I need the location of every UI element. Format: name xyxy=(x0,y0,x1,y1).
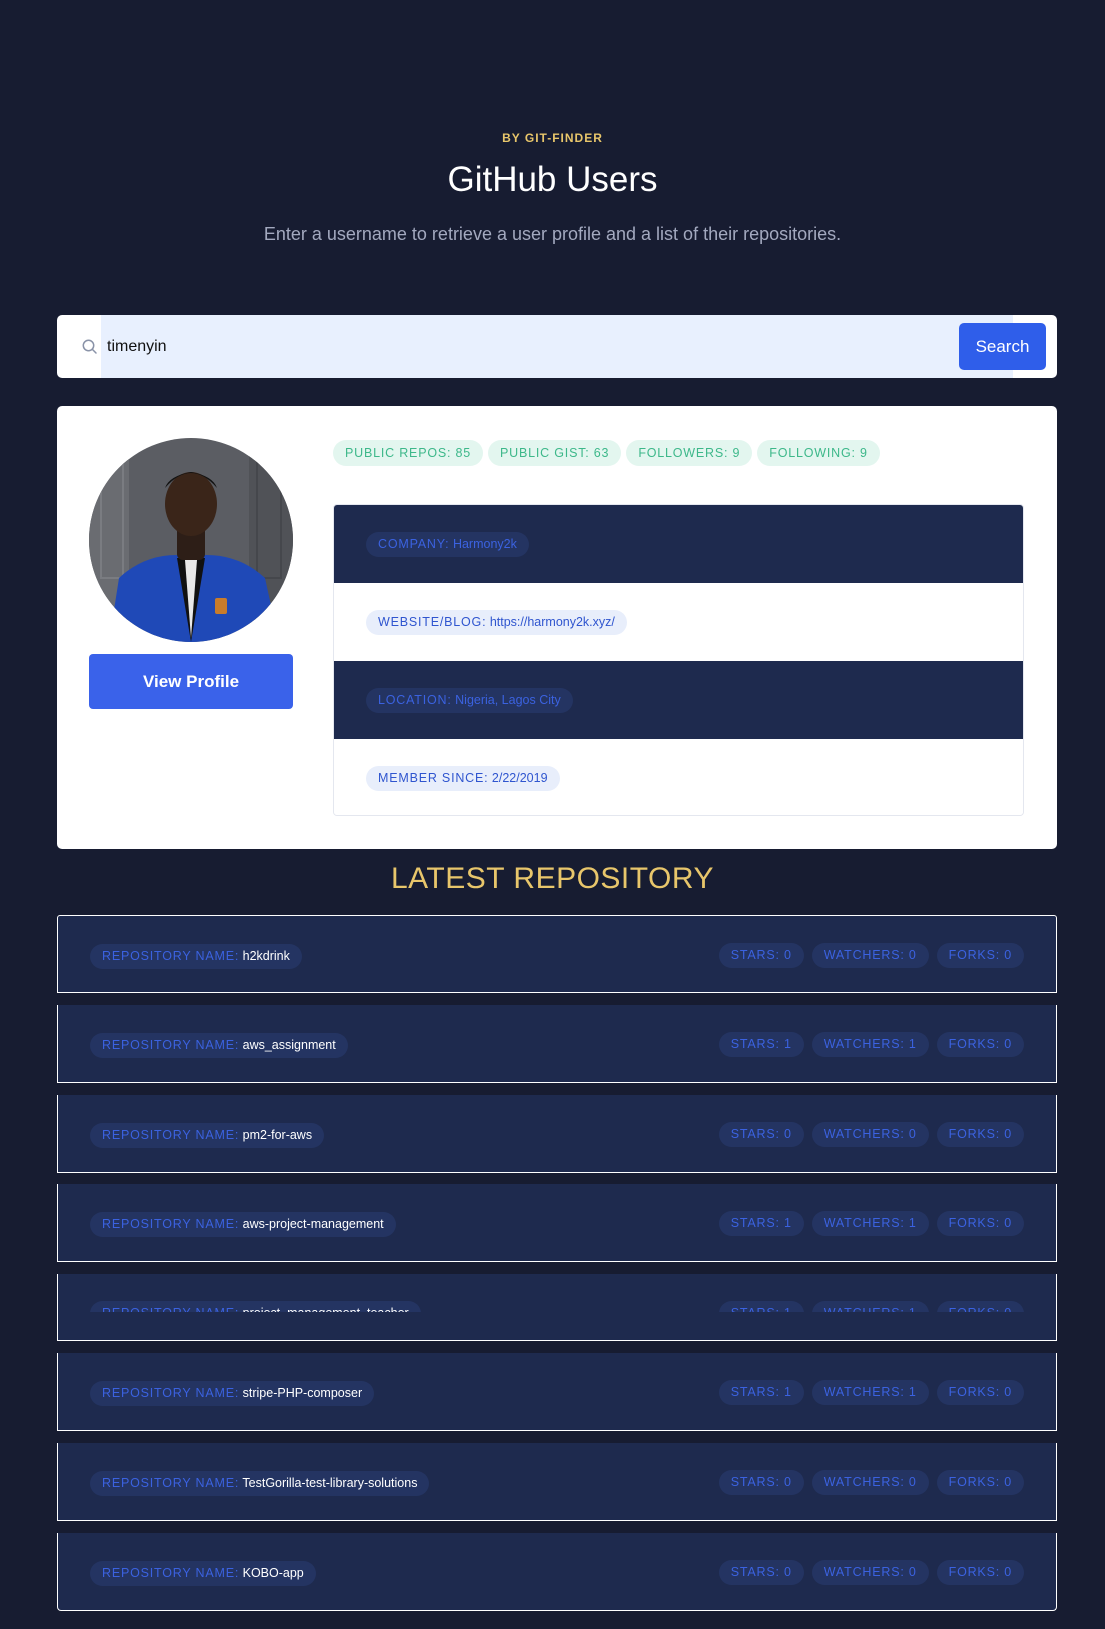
repo-stars-badge: STARS: 1 xyxy=(718,1380,804,1405)
repo-name-label: REPOSITORY NAME: xyxy=(102,1566,240,1580)
repo-row[interactable]: REPOSITORY NAME: aws-project-management … xyxy=(57,1184,1057,1262)
repo-name: project_management_teacher xyxy=(243,1306,409,1312)
repo-name-badge: REPOSITORY NAME: stripe-PHP-composer xyxy=(90,1381,375,1406)
repo-name: h2kdrink xyxy=(242,949,290,963)
followers-badge: FOLLOWERS: 9 xyxy=(626,440,753,466)
repo-name-label: REPOSITORY NAME: xyxy=(102,1217,240,1231)
repo-name-badge: REPOSITORY NAME: aws_assignment xyxy=(90,1033,348,1058)
header-eyebrow: BY GIT-FINDER xyxy=(502,131,603,145)
view-profile-button[interactable]: View Profile xyxy=(89,654,293,709)
repo-name-badge: REPOSITORY NAME: TestGorilla-test-librar… xyxy=(90,1471,430,1496)
repo-stars-badge: STARS: 0 xyxy=(718,1560,804,1585)
info-row-company: COMPANY: Harmony2k xyxy=(334,505,1023,583)
location-value: Nigeria, Lagos City xyxy=(455,693,561,707)
repo-name-label: REPOSITORY NAME: xyxy=(102,949,240,963)
repo-name: stripe-PHP-composer xyxy=(242,1386,363,1400)
repo-forks-badge: FORKS: 0 xyxy=(936,943,1024,968)
repo-forks-badge: FORKS: 0 xyxy=(936,1470,1024,1495)
repo-stats: STARS: 0 WATCHERS: 0 FORKS: 0 xyxy=(718,1122,1024,1147)
repo-row[interactable]: REPOSITORY NAME: TestGorilla-test-librar… xyxy=(57,1443,1057,1521)
repo-name-badge: REPOSITORY NAME: pm2-for-aws xyxy=(90,1123,325,1148)
repo-stars-badge: STARS: 1 xyxy=(718,1301,804,1312)
repositories-section-title: LATEST REPOSITORY xyxy=(390,862,715,895)
public-gist-badge: PUBLIC GIST: 63 xyxy=(488,440,622,466)
info-row-website: WEBSITE/BLOG: https://harmony2k.xyz/ xyxy=(334,583,1023,661)
company-badge: COMPANY: Harmony2k xyxy=(366,532,529,557)
repo-forks-badge: FORKS: 0 xyxy=(936,1122,1024,1147)
repo-name-badge: REPOSITORY NAME: KOBO-app xyxy=(90,1561,316,1586)
repo-stats: STARS: 0 WATCHERS: 0 FORKS: 0 xyxy=(718,1470,1024,1495)
profile-info-list: COMPANY: Harmony2k WEBSITE/BLOG: https:/… xyxy=(333,504,1024,816)
search-bar: Search xyxy=(57,315,1057,378)
profile-card: View Profile PUBLIC REPOS: 85 PUBLIC GIS… xyxy=(57,406,1057,849)
repo-stats: STARS: 0 WATCHERS: 0 FORKS: 0 xyxy=(718,943,1024,968)
repo-forks-badge: FORKS: 0 xyxy=(936,1560,1024,1585)
company-label: COMPANY: xyxy=(378,537,450,551)
repo-stars-badge: STARS: 1 xyxy=(718,1032,804,1057)
repo-name: KOBO-app xyxy=(242,1566,304,1580)
repo-forks-badge: FORKS: 0 xyxy=(936,1380,1024,1405)
profile-stats: PUBLIC REPOS: 85 PUBLIC GIST: 63 FOLLOWE… xyxy=(333,440,880,466)
public-repos-badge: PUBLIC REPOS: 85 xyxy=(333,440,484,466)
repo-stats: STARS: 1 WATCHERS: 1 FORKS: 0 xyxy=(718,1211,1024,1236)
search-button[interactable]: Search xyxy=(959,323,1046,370)
following-badge: FOLLOWING: 9 xyxy=(757,440,880,466)
member-since-label: MEMBER SINCE: xyxy=(378,771,489,785)
location-label: LOCATION: xyxy=(378,693,452,707)
repo-stats: STARS: 1 WATCHERS: 1 FORKS: 0 xyxy=(718,1301,1024,1312)
avatar xyxy=(89,438,293,642)
repo-stars-badge: STARS: 0 xyxy=(718,1470,804,1495)
repo-forks-badge: FORKS: 0 xyxy=(936,1211,1024,1236)
member-since-value: 2/22/2019 xyxy=(491,771,548,785)
repo-row[interactable]: REPOSITORY NAME: pm2-for-aws STARS: 0 WA… xyxy=(57,1095,1057,1173)
repo-name-label: REPOSITORY NAME: xyxy=(102,1038,240,1052)
repo-name-badge: REPOSITORY NAME: project_management_teac… xyxy=(90,1301,421,1312)
repo-stars-badge: STARS: 0 xyxy=(718,1122,804,1147)
repo-watchers-badge: WATCHERS: 0 xyxy=(811,1470,929,1495)
repo-name: aws-project-management xyxy=(242,1217,384,1231)
repo-name-label: REPOSITORY NAME: xyxy=(102,1306,239,1312)
repo-name-badge: REPOSITORY NAME: h2kdrink xyxy=(90,944,302,969)
repo-forks-badge: FORKS: 0 xyxy=(936,1301,1024,1312)
website-label: WEBSITE/BLOG: xyxy=(378,615,487,629)
search-input[interactable] xyxy=(101,315,1013,378)
repo-watchers-badge: WATCHERS: 0 xyxy=(811,1122,929,1147)
repo-row[interactable]: REPOSITORY NAME: h2kdrink STARS: 0 WATCH… xyxy=(57,915,1057,993)
website-link[interactable]: https://harmony2k.xyz/ xyxy=(490,615,615,629)
repo-stars-badge: STARS: 0 xyxy=(718,943,804,968)
repo-name-label: REPOSITORY NAME: xyxy=(102,1386,240,1400)
location-badge: LOCATION: Nigeria, Lagos City xyxy=(366,688,573,713)
repo-forks-badge: FORKS: 0 xyxy=(936,1032,1024,1057)
repo-stats: STARS: 1 WATCHERS: 1 FORKS: 0 xyxy=(718,1032,1024,1057)
member-since-badge: MEMBER SINCE: 2/22/2019 xyxy=(366,766,560,791)
repo-watchers-badge: WATCHERS: 1 xyxy=(811,1301,929,1312)
repo-watchers-badge: WATCHERS: 0 xyxy=(811,943,929,968)
repo-name: TestGorilla-test-library-solutions xyxy=(242,1476,418,1490)
search-icon xyxy=(81,338,99,356)
repo-watchers-badge: WATCHERS: 1 xyxy=(811,1032,929,1057)
repo-row-clip: REPOSITORY NAME: project_management_teac… xyxy=(58,1274,1056,1312)
repo-stats: STARS: 0 WATCHERS: 0 FORKS: 0 xyxy=(718,1560,1024,1585)
repo-stars-badge: STARS: 1 xyxy=(718,1211,804,1236)
repo-row[interactable]: REPOSITORY NAME: project_management_teac… xyxy=(57,1274,1057,1341)
page-title: GitHub Users xyxy=(447,160,658,199)
page-subtitle: Enter a username to retrieve a user prof… xyxy=(263,224,842,244)
repo-watchers-badge: WATCHERS: 0 xyxy=(811,1560,929,1585)
repo-watchers-badge: WATCHERS: 1 xyxy=(811,1211,929,1236)
company-value: Harmony2k xyxy=(452,537,517,551)
repo-watchers-badge: WATCHERS: 1 xyxy=(811,1380,929,1405)
repo-row[interactable]: REPOSITORY NAME: stripe-PHP-composer STA… xyxy=(57,1353,1057,1431)
repo-name-label: REPOSITORY NAME: xyxy=(102,1128,240,1142)
repo-name-label: REPOSITORY NAME: xyxy=(102,1476,240,1490)
repo-name: aws_assignment xyxy=(242,1038,336,1052)
repo-row[interactable]: REPOSITORY NAME: KOBO-app STARS: 0 WATCH… xyxy=(57,1533,1057,1611)
info-row-location: LOCATION: Nigeria, Lagos City xyxy=(334,661,1023,739)
website-badge: WEBSITE/BLOG: https://harmony2k.xyz/ xyxy=(366,610,627,635)
repo-name: pm2-for-aws xyxy=(242,1128,313,1142)
repo-row[interactable]: REPOSITORY NAME: aws_assignment STARS: 1… xyxy=(57,1005,1057,1083)
repo-stats: STARS: 1 WATCHERS: 1 FORKS: 0 xyxy=(718,1380,1024,1405)
repo-name-badge: REPOSITORY NAME: aws-project-management xyxy=(90,1212,396,1237)
info-row-member-since: MEMBER SINCE: 2/22/2019 xyxy=(334,739,1023,815)
